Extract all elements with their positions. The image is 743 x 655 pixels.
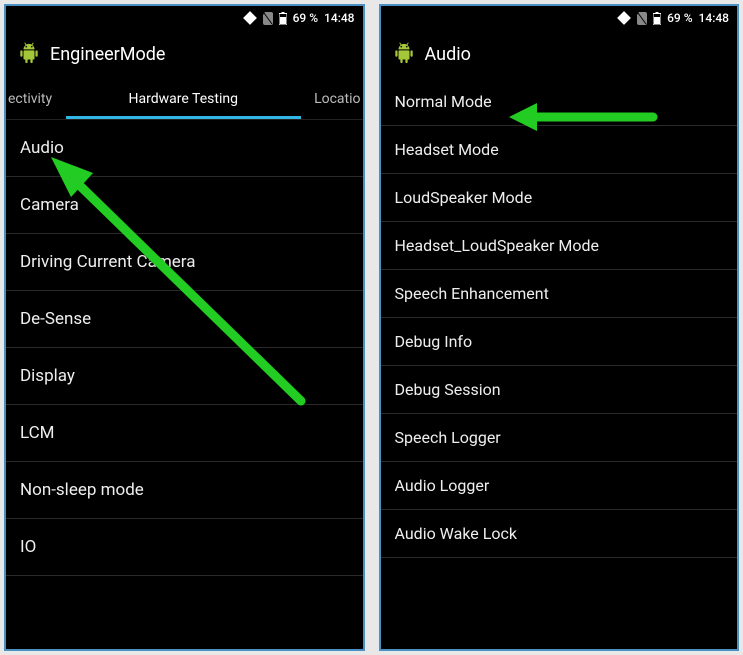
list-item-normal-mode[interactable]: Normal Mode (381, 78, 738, 126)
battery-icon (653, 12, 661, 25)
list-item-loudspeaker-mode[interactable]: LoudSpeaker Mode (381, 174, 738, 222)
clock-time: 14:48 (699, 11, 729, 25)
list-item-lcm[interactable]: LCM (6, 405, 363, 462)
tabs: ectivity Hardware Testing Locatio (6, 78, 363, 120)
tab-hardware-testing[interactable]: Hardware Testing (58, 78, 309, 119)
list-item-io[interactable]: IO (6, 519, 363, 576)
sim-icon (637, 12, 647, 25)
status-bar: 69 % 14:48 (381, 6, 738, 30)
list-item-speech-enhancement[interactable]: Speech Enhancement (381, 270, 738, 318)
list-item-audio-logger[interactable]: Audio Logger (381, 462, 738, 510)
app-header: Audio (381, 30, 738, 78)
battery-icon (279, 12, 287, 25)
android-icon (393, 42, 415, 66)
tab-location[interactable]: Locatio (309, 78, 363, 119)
android-icon (18, 42, 40, 66)
list-item-non-sleep-mode[interactable]: Non-sleep mode (6, 462, 363, 519)
app-title: Audio (425, 44, 471, 65)
audio-list: Normal Mode Headset Mode LoudSpeaker Mod… (381, 78, 738, 649)
tab-connectivity[interactable]: ectivity (6, 78, 58, 119)
list-item-headset-mode[interactable]: Headset Mode (381, 126, 738, 174)
list-item-headset-loudspeaker-mode[interactable]: Headset_LoudSpeaker Mode (381, 222, 738, 270)
list-item-debug-session[interactable]: Debug Session (381, 366, 738, 414)
list-item-display[interactable]: Display (6, 348, 363, 405)
clock-time: 14:48 (324, 11, 354, 25)
phone-right: 69 % 14:48 Audio Normal Mode Headset Mod… (379, 4, 740, 651)
list-item-driving-current-camera[interactable]: Driving Current Camera (6, 234, 363, 291)
phone-left: 69 % 14:48 EngineerMode ectivity Hardwar… (4, 4, 365, 651)
diamond-icon (243, 11, 257, 25)
hardware-list: Audio Camera Driving Current Camera De-S… (6, 120, 363, 649)
app-title: EngineerMode (50, 44, 165, 65)
battery-percent: 69 % (667, 11, 692, 25)
battery-percent: 69 % (293, 11, 318, 25)
list-item-audio[interactable]: Audio (6, 120, 363, 177)
list-item-camera[interactable]: Camera (6, 177, 363, 234)
app-header: EngineerMode (6, 30, 363, 78)
list-item-debug-info[interactable]: Debug Info (381, 318, 738, 366)
status-bar: 69 % 14:48 (6, 6, 363, 30)
list-item-audio-wake-lock[interactable]: Audio Wake Lock (381, 510, 738, 558)
list-item-de-sense[interactable]: De-Sense (6, 291, 363, 348)
diamond-icon (617, 11, 631, 25)
sim-icon (263, 12, 273, 25)
list-item-speech-logger[interactable]: Speech Logger (381, 414, 738, 462)
